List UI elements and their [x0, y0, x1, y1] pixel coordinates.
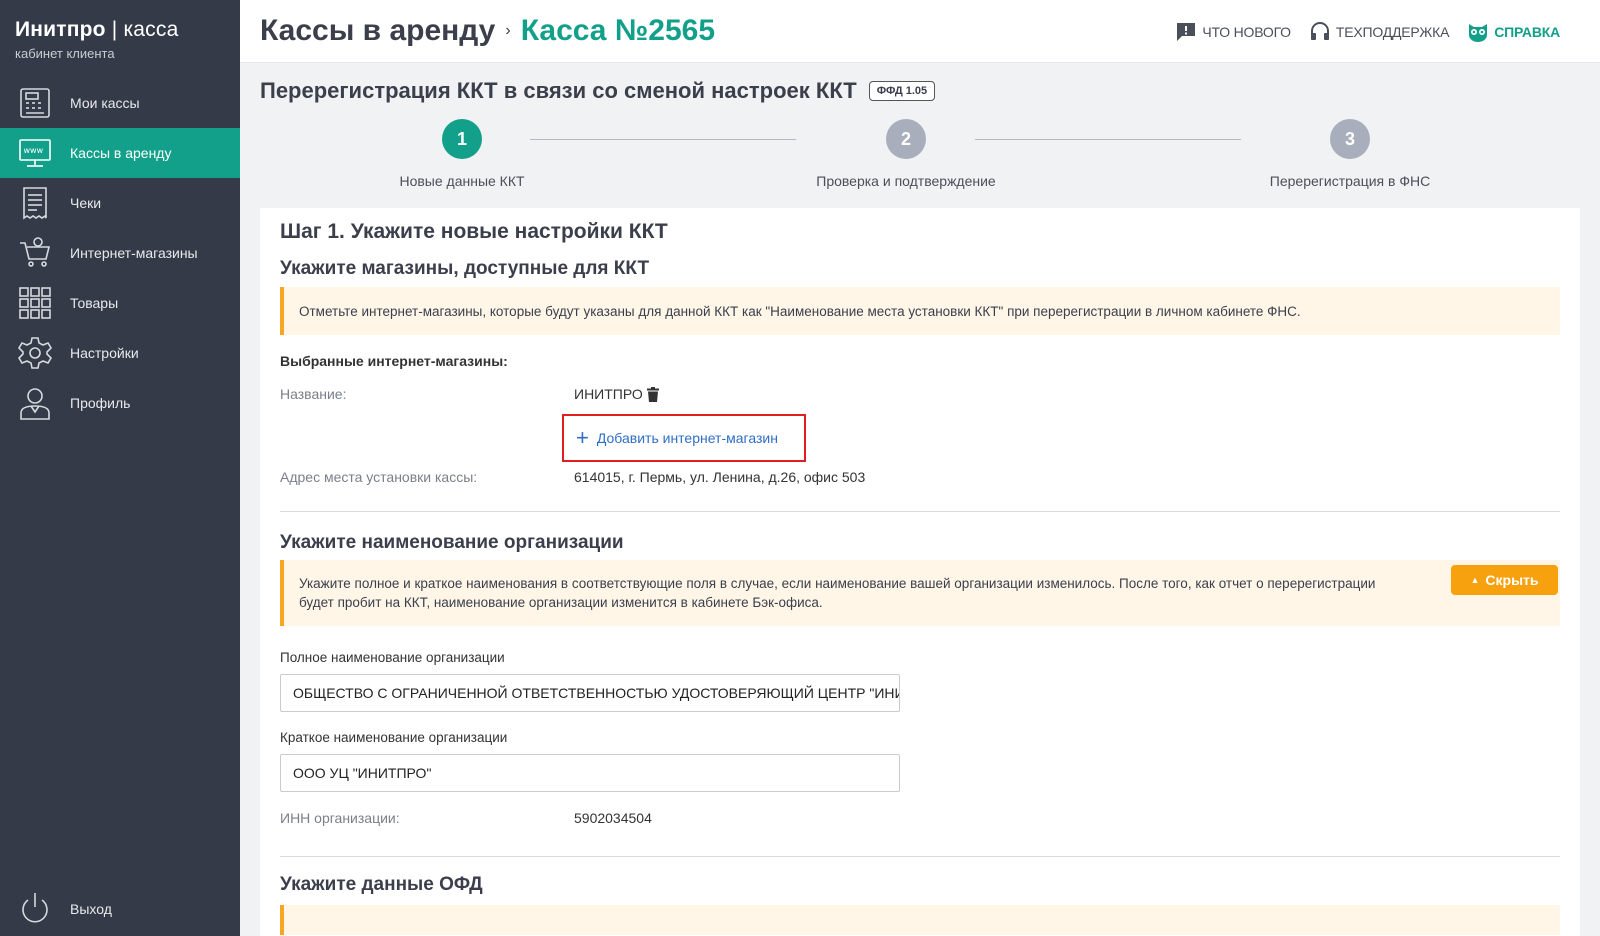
- logout-button[interactable]: Выход: [0, 882, 240, 936]
- inn-value: 5902034504: [574, 810, 652, 826]
- short-name-label: Краткое наименование организации: [280, 730, 508, 745]
- brand-logo[interactable]: Инитпро | касса: [15, 18, 225, 42]
- receipt-icon: [16, 184, 54, 222]
- sidebar-item-label: Настройки: [70, 345, 139, 361]
- power-icon: [16, 890, 54, 928]
- help-label: СПРАВКА: [1494, 23, 1560, 40]
- page-title-row: Перерегистрация ККТ в связи со сменой на…: [260, 78, 936, 104]
- ofd-info-note: [280, 905, 1560, 935]
- step-number: 2: [886, 119, 926, 159]
- shops-heading: Укажите магазины, доступные для ККТ: [280, 258, 650, 279]
- add-online-shop-label: Добавить интернет-магазин: [596, 430, 778, 446]
- address-key: Адрес места установки кассы:: [280, 469, 478, 485]
- sidebar-item-goods[interactable]: Товары: [0, 278, 240, 328]
- brand-subtitle: кабинет клиента: [15, 46, 115, 61]
- step-number: 1: [442, 119, 482, 159]
- trash-icon[interactable]: [646, 386, 659, 402]
- page-title: Перерегистрация ККТ в связи со сменой на…: [260, 78, 857, 103]
- grid-icon: [16, 284, 54, 322]
- selected-shops-label: Выбранные интернет-магазины:: [280, 353, 508, 369]
- message-alert-icon: [1177, 22, 1196, 41]
- shopping-cart-icon: [16, 234, 54, 272]
- step-heading: Шаг 1. Укажите новые настройки ККТ: [280, 220, 668, 243]
- step-number: 3: [1330, 119, 1370, 159]
- shop-name-key: Название:: [280, 386, 347, 402]
- sidebar-item-label: Товары: [70, 295, 119, 311]
- brand-separator: |: [105, 18, 124, 41]
- full-name-label: Полное наименование организации: [280, 650, 505, 665]
- svg-text:www: www: [24, 146, 44, 155]
- org-heading: Укажите наименование организации: [280, 532, 624, 553]
- help-link[interactable]: СПРАВКА: [1467, 21, 1560, 43]
- short-name-input[interactable]: ООО УЦ "ИНИТПРО": [280, 754, 900, 792]
- sidebar-item-label: Кассы в аренду: [70, 145, 172, 161]
- sidebar-item-label: Мои кассы: [70, 95, 140, 111]
- plus-icon: +: [576, 425, 589, 450]
- brand-name-light: касса: [123, 18, 179, 41]
- hide-note-button[interactable]: ▲ Скрыть: [1451, 565, 1558, 595]
- step-label: Проверка и подтверждение: [816, 173, 996, 189]
- breadcrumb-rent-kassas[interactable]: Кассы в аренду: [260, 14, 495, 48]
- user-icon: [16, 384, 54, 422]
- step-1: 1 Новые данные ККТ: [342, 119, 582, 189]
- brand: Инитпро | касса кабинет клиента: [0, 0, 240, 78]
- www-terminal-icon: www: [16, 134, 54, 172]
- sidebar: Инитпро | касса кабинет клиента Мои касс…: [0, 0, 240, 936]
- step-3: 3 Перерегистрация в ФНС: [1230, 119, 1470, 189]
- support-label: ТЕХПОДДЕРЖКА: [1335, 23, 1450, 40]
- hide-note-label: Скрыть: [1485, 572, 1539, 588]
- step-label: Перерегистрация в ФНС: [1269, 173, 1431, 189]
- add-online-shop-button[interactable]: + Добавить интернет-магазин: [562, 414, 806, 462]
- org-info-text: Укажите полное и краткое наименования в …: [299, 576, 1376, 610]
- address-value: 614015, г. Пермь, ул. Ленина, д.26, офис…: [574, 469, 866, 485]
- stepper: 1 Новые данные ККТ 2 Проверка и подтверж…: [260, 119, 1580, 189]
- org-info-note: Укажите полное и краткое наименования в …: [280, 560, 1560, 626]
- sidebar-item-rent-kassas[interactable]: www Кассы в аренду: [0, 128, 240, 178]
- top-header: Кассы в аренду › Касса №2565 ЧТО НОВОГО …: [240, 0, 1600, 63]
- brand-name: Инитпро: [15, 18, 106, 41]
- full-name-input[interactable]: ОБЩЕСТВО С ОГРАНИЧЕННОЙ ОТВЕТСТВЕННОСТЬЮ…: [280, 674, 900, 712]
- sidebar-item-settings[interactable]: Настройки: [0, 328, 240, 378]
- sidebar-nav: Мои кассы www Кассы в аренду Чеки Интерн…: [0, 78, 240, 428]
- header-links: ЧТО НОВОГО ТЕХПОДДЕРЖКА СПРАВКА: [1175, 0, 1560, 63]
- main-content: Перерегистрация ККТ в связи со сменой на…: [240, 64, 1600, 936]
- gear-icon: [16, 334, 54, 372]
- shops-info-text: Отметьте интернет-магазины, которые буду…: [299, 303, 1301, 319]
- whats-new-link[interactable]: ЧТО НОВОГО: [1175, 21, 1291, 43]
- breadcrumb-separator: ›: [505, 22, 511, 39]
- shop-name-value-row: ИНИТПРО: [574, 386, 659, 402]
- support-link[interactable]: ТЕХПОДДЕРЖКА: [1309, 21, 1449, 43]
- inn-key: ИНН организации:: [280, 810, 400, 826]
- ofd-heading: Укажите данные ОФД: [280, 874, 483, 895]
- shop-name-value: ИНИТПРО: [574, 386, 643, 402]
- sidebar-item-label: Интернет-магазины: [70, 245, 198, 261]
- owl-icon: [1469, 23, 1488, 42]
- sidebar-item-label: Чеки: [70, 195, 102, 211]
- shops-info-note: Отметьте интернет-магазины, которые буду…: [280, 287, 1560, 335]
- breadcrumb-current-kassa: Касса №2565: [520, 14, 715, 47]
- caret-up-icon: ▲: [1470, 575, 1480, 585]
- step-2: 2 Проверка и подтверждение: [786, 119, 1026, 189]
- logout-label: Выход: [70, 901, 112, 917]
- headset-icon: [1310, 21, 1329, 40]
- sidebar-item-online-shops[interactable]: Интернет-магазины: [0, 228, 240, 278]
- sidebar-item-label: Профиль: [70, 395, 131, 411]
- cash-register-icon: [16, 84, 54, 122]
- step-label: Новые данные ККТ: [399, 173, 525, 189]
- sidebar-item-receipts[interactable]: Чеки: [0, 178, 240, 228]
- section-divider: [280, 511, 1560, 512]
- step1-card: Шаг 1. Укажите новые настройки ККТ Укажи…: [260, 208, 1580, 936]
- whats-new-label: ЧТО НОВОГО: [1202, 23, 1291, 40]
- section-divider: [280, 856, 1560, 857]
- sidebar-item-profile[interactable]: Профиль: [0, 378, 240, 428]
- sidebar-item-my-kassas[interactable]: Мои кассы: [0, 78, 240, 128]
- ffd-version-badge: ФФД 1.05: [868, 81, 936, 101]
